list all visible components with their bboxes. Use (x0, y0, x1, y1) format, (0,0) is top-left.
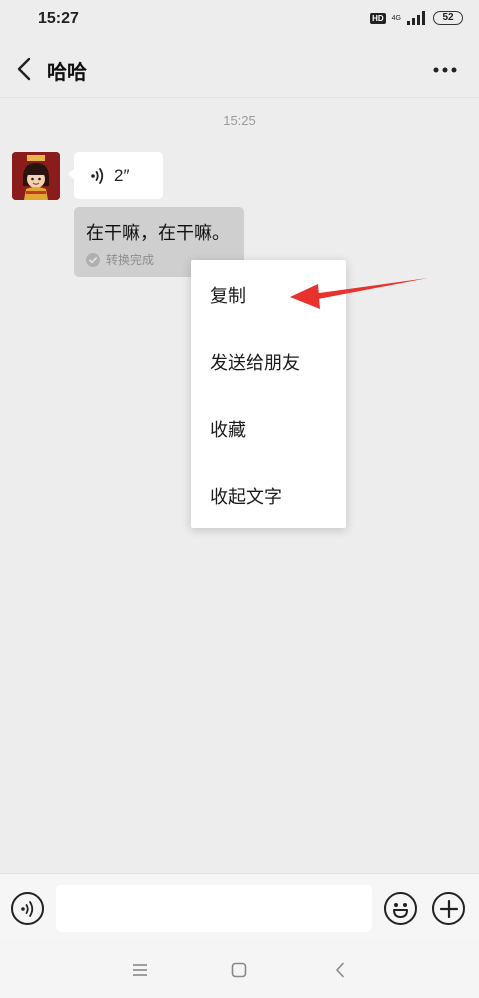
transcribed-text: 在干嘛，在干嘛。 (86, 223, 230, 244)
home-icon (231, 962, 247, 978)
hd-badge: HD (370, 12, 386, 24)
voice-duration: 2″ (114, 165, 130, 185)
chat-title: 哈哈 (47, 60, 87, 84)
voice-message-bubble[interactable]: 2″ (68, 152, 163, 199)
menu-item-send-to-friend[interactable]: 发送给朋友 (191, 328, 346, 395)
emoji-button[interactable] (384, 892, 417, 925)
context-menu: 复制 发送给朋友 收藏 收起文字 (191, 260, 346, 528)
battery-icon: 52 (433, 11, 463, 25)
back-icon (336, 962, 344, 978)
status-bar: 15:27 HD 4G 52 (0, 0, 479, 40)
menu-item-copy[interactable]: 复制 (191, 261, 346, 328)
avatar[interactable] (12, 152, 60, 200)
plus-icon (439, 899, 458, 918)
menu-item-collapse-text[interactable]: 收起文字 (191, 462, 346, 529)
emoji-icon (393, 903, 408, 918)
convert-status: 转换完成 (86, 251, 154, 268)
menu-item-favorite[interactable]: 收藏 (191, 395, 346, 462)
convert-status-label: 转换完成 (106, 253, 155, 267)
input-bar (0, 873, 479, 941)
message-timestamp: 15:25 (223, 113, 256, 128)
system-nav-bar (0, 941, 479, 998)
network-label: 4G (391, 14, 401, 22)
voice-wave-icon (91, 167, 104, 184)
nav-back-button[interactable] (327, 957, 353, 983)
avatar-illustration (12, 152, 60, 200)
chat-header: 哈哈 (0, 40, 479, 98)
more-dots-icon (433, 67, 457, 73)
status-time: 15:27 (38, 10, 79, 27)
nav-home-button[interactable] (226, 957, 252, 983)
voice-input-button[interactable] (11, 892, 44, 925)
back-button[interactable] (10, 53, 38, 85)
status-icons: HD 4G 52 (370, 11, 463, 25)
voice-icon (20, 900, 33, 917)
chevron-left-icon (17, 57, 31, 81)
signal-icon (407, 11, 425, 25)
plus-button[interactable] (432, 892, 465, 925)
check-circle-icon (86, 252, 100, 267)
nav-menu-button[interactable] (127, 957, 153, 983)
menu-icon (133, 964, 147, 976)
message-input[interactable] (56, 885, 372, 932)
more-button[interactable] (431, 58, 459, 82)
